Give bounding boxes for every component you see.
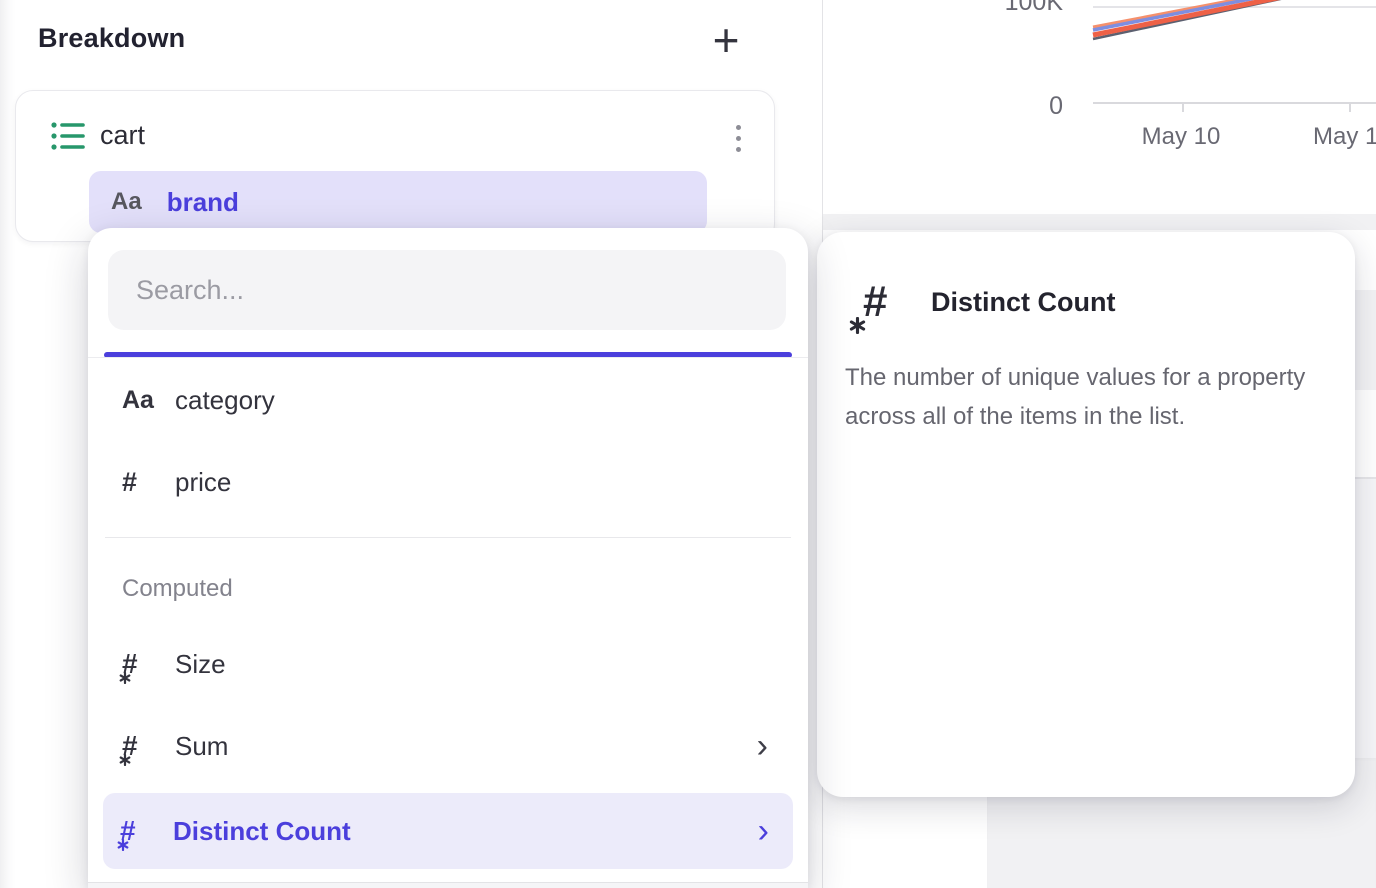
dropdown-item-sum[interactable]: # Sum › bbox=[122, 706, 778, 786]
selected-property-label: brand bbox=[167, 187, 239, 218]
dropdown-item-label: price bbox=[175, 467, 231, 498]
selected-breakdown-property[interactable]: Aa brand bbox=[89, 171, 707, 233]
asterisk-icon bbox=[117, 839, 129, 851]
chevron-right-icon: › bbox=[757, 729, 778, 763]
dropdown-item-category[interactable]: Aa category bbox=[122, 360, 778, 440]
computed-section-header: Computed bbox=[122, 575, 233, 603]
dropdown-item-label: category bbox=[175, 385, 275, 416]
table-header-band bbox=[823, 214, 1376, 230]
list-icon bbox=[50, 120, 86, 152]
breakdown-section-title: Breakdown bbox=[38, 23, 185, 54]
dropdown-item-size[interactable]: # Size bbox=[122, 624, 778, 704]
x-axis-label-may10: May 10 bbox=[1121, 123, 1241, 151]
dropdown-item-label: Distinct Count bbox=[173, 816, 351, 847]
dropdown-item-distinct-count[interactable]: # Distinct Count › bbox=[103, 793, 793, 869]
add-breakdown-button[interactable]: + bbox=[700, 16, 752, 64]
dropdown-item-price[interactable]: # price bbox=[122, 442, 778, 522]
app-screen: 100K 0 May 10 May 12 Breakdown + cart Aa… bbox=[0, 0, 1376, 888]
x-axis-tickmark bbox=[1349, 103, 1351, 112]
breakdown-card: cart Aa brand bbox=[15, 90, 775, 242]
line-chart bbox=[1085, 0, 1376, 50]
dropdown-bottom-strip bbox=[88, 883, 808, 888]
list-property-name: cart bbox=[100, 120, 145, 151]
search-input[interactable] bbox=[108, 250, 786, 330]
x-axis-label-may12: May 12 bbox=[1313, 123, 1376, 151]
x-axis-line bbox=[1093, 102, 1376, 104]
popover-description: The number of unique values for a proper… bbox=[845, 358, 1353, 436]
computed-number-icon: # bbox=[122, 650, 175, 678]
section-divider bbox=[105, 537, 791, 538]
text-type-icon: Aa bbox=[111, 188, 142, 216]
asterisk-icon bbox=[119, 754, 131, 766]
dropdown-item-label: Size bbox=[175, 649, 226, 680]
popover-title: Distinct Count bbox=[931, 287, 1115, 318]
property-description-popover: # Distinct Count The number of unique va… bbox=[817, 232, 1355, 797]
tab-divider bbox=[88, 357, 808, 358]
computed-number-icon: # bbox=[122, 732, 175, 760]
number-type-icon: # bbox=[122, 467, 175, 498]
property-picker-dropdown: Aa category # price Computed # Size # bbox=[88, 228, 808, 888]
dropdown-item-label: Sum bbox=[175, 731, 228, 762]
computed-number-icon: # bbox=[120, 817, 173, 845]
text-type-icon: Aa bbox=[122, 386, 175, 415]
table-row-band bbox=[1353, 290, 1376, 390]
asterisk-icon bbox=[849, 317, 866, 334]
y-axis-tick-0: 0 bbox=[983, 92, 1063, 121]
x-axis-tickmark bbox=[1182, 103, 1184, 112]
table-row-band bbox=[1353, 479, 1376, 758]
kebab-menu-icon[interactable] bbox=[726, 118, 750, 158]
computed-number-icon: # bbox=[863, 280, 911, 330]
y-axis-tick-100k: 100K bbox=[983, 0, 1063, 17]
asterisk-icon bbox=[119, 672, 131, 684]
left-edge-shadow bbox=[0, 0, 16, 888]
chevron-right-icon: › bbox=[758, 814, 793, 848]
